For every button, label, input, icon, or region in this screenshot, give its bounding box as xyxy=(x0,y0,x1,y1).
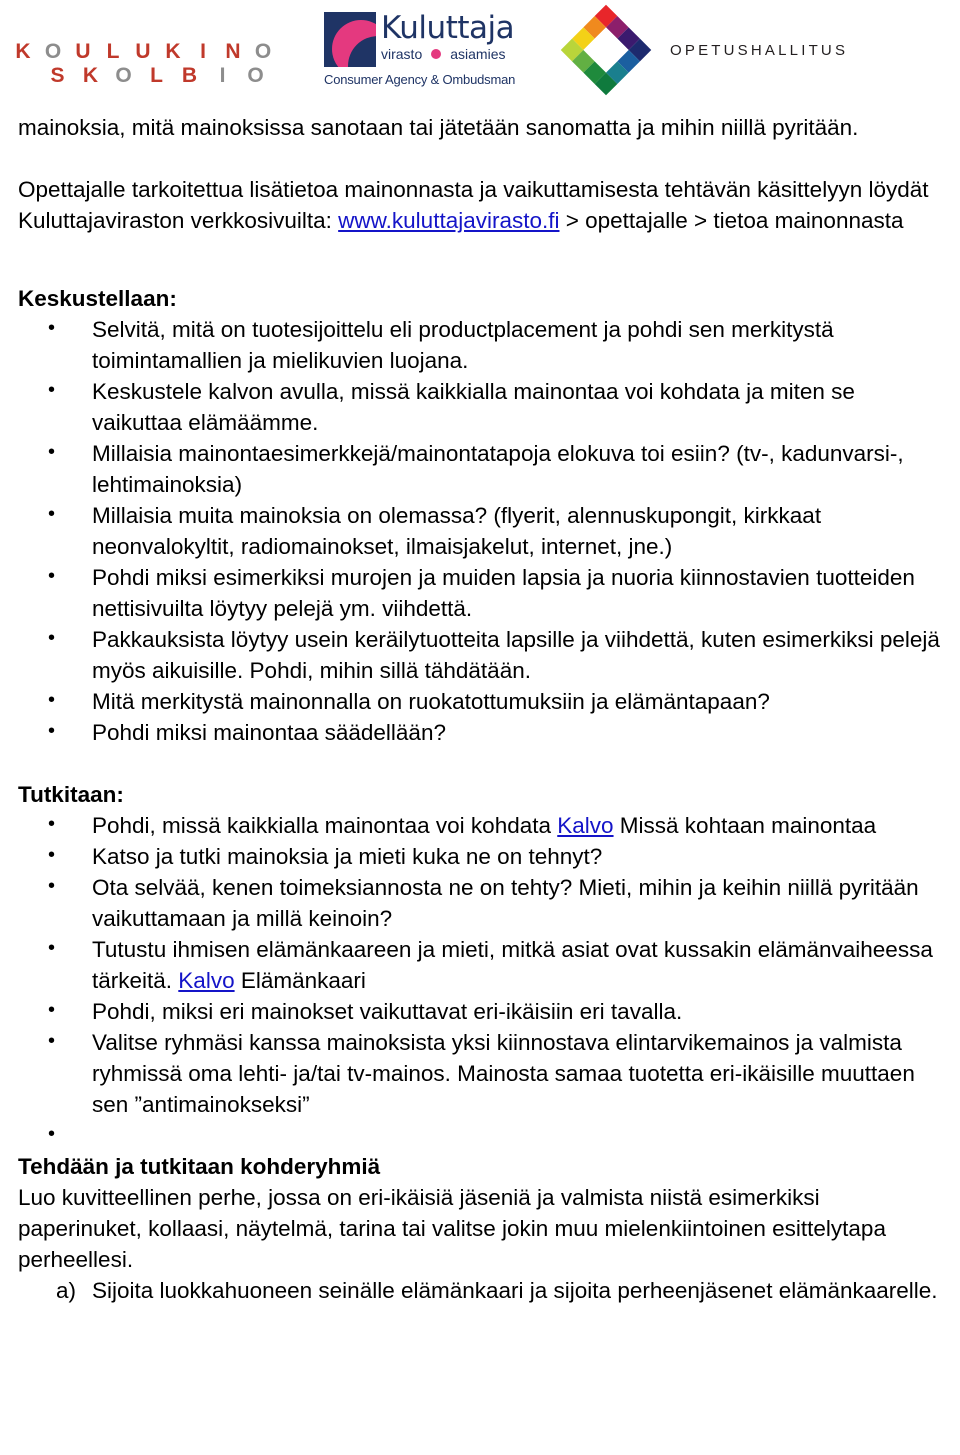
logo-letter: O xyxy=(247,64,264,87)
list-item: Pohdi miksi mainontaa säädellään? xyxy=(18,716,942,748)
logo-letter: I xyxy=(219,64,226,87)
logo-letter: N xyxy=(225,40,241,63)
logo-letter: I xyxy=(200,40,206,63)
list-item-text-pre: Pohdi, missä kaikkialla mainontaa voi ko… xyxy=(92,813,558,838)
list-item: Millaisia mainontaesimerkkejä/mainontata… xyxy=(18,437,942,500)
kuluttaja-logo-top: Kuluttaja virasto asiamies xyxy=(324,12,524,67)
kuluttaja-logo: Kuluttaja virasto asiamies Consumer Agen… xyxy=(324,12,524,87)
kuluttaja-subtitle: virasto asiamies xyxy=(381,46,514,62)
logo-letter: L xyxy=(150,64,163,87)
intro-paragraph: mainoksia, mitä mainoksissa sanotaan tai… xyxy=(18,115,859,140)
list-item: Tutustu ihmisen elämänkaareen ja mieti, … xyxy=(18,933,942,996)
list-item: Pakkauksista löytyy usein keräilytuottei… xyxy=(18,623,942,686)
document-body: mainoksia, mitä mainoksissa sanotaan tai… xyxy=(0,112,960,1306)
section-spacer-small xyxy=(18,267,942,283)
list-item: Katso ja tutki mainoksia ja mieti kuka n… xyxy=(18,840,942,872)
logo-letter: B xyxy=(181,64,198,87)
opetushallitus-diamond-grid xyxy=(560,4,652,96)
kuluttaja-title: Kuluttaja xyxy=(381,10,515,46)
list-item-label: Sijoita luokkahuoneen seinälle elämänkaa… xyxy=(92,1278,938,1303)
list-item: Keskustele kalvon avulla, missä kaikkial… xyxy=(18,375,942,438)
logo-letter: U xyxy=(135,40,151,63)
kuluttaja-virasto-label: virasto xyxy=(381,46,423,62)
kohderyhmia-paragraph: Luo kuvitteellinen perhe, jossa on eri-i… xyxy=(18,1185,886,1272)
logo-letter: K xyxy=(165,40,181,63)
list-item: Pohdi miksi esimerkiksi murojen ja muide… xyxy=(18,561,942,624)
logo-letter: K xyxy=(82,64,99,87)
tutkitaan-list: Pohdi, missä kaikkialla mainontaa voi ko… xyxy=(18,809,942,1151)
kohderyhmia-heading: Tehdään ja tutkitaan kohderyhmiä xyxy=(18,1154,381,1179)
logo-letter: L xyxy=(106,40,120,63)
kohderyhmia-sub-list: a) Sijoita luokkahuoneen seinälle elämänk… xyxy=(18,1275,942,1306)
list-item: Valitse ryhmäsi kanssa mainoksista yksi … xyxy=(18,1026,942,1120)
keskustellaan-heading: Keskustellaan: xyxy=(18,286,177,311)
header-logo-band: K O U L U K I N O X S K O L B I O xyxy=(0,0,960,112)
koulukino-row: K O U L U K I N O xyxy=(8,40,278,64)
opetushallitus-label: OPETUSHALLITUS xyxy=(670,41,849,59)
section-spacer-2 xyxy=(18,748,942,779)
skolbio-row: X S K O L B I O xyxy=(8,64,278,88)
koulukino-skolbio-logo: K O U L U K I N O X S K O L B I O xyxy=(8,40,278,88)
list-item: Pohdi, missä kaikkialla mainontaa voi ko… xyxy=(18,809,942,841)
logo-letter: O xyxy=(254,40,272,63)
list-item-text-post: Missä kohtaan mainontaa xyxy=(613,813,877,838)
kuluttaja-asiamies-label: asiamies xyxy=(450,46,506,62)
list-item: Millaisia muita mainoksia on olemassa? (… xyxy=(18,499,942,562)
teacher-info-paragraph: Opettajalle tarkoitettua lisätietoa main… xyxy=(18,174,942,236)
kuluttaja-dot-icon xyxy=(431,49,442,59)
list-item: Mitä merkitystä mainonnalla on ruokatott… xyxy=(18,685,942,717)
kuluttajavirasto-link[interactable]: www.kuluttajavirasto.fi xyxy=(338,208,559,233)
list-item: Ota selvää, kenen toimeksiannosta ne on … xyxy=(18,871,942,934)
kuluttaja-english-label: Consumer Agency & Ombudsman xyxy=(324,72,516,87)
list-item: a) Sijoita luokkahuoneen seinälle elämänk… xyxy=(18,1275,942,1306)
teacher-info-text-post: > opettajalle > tietoa mainonnasta xyxy=(559,208,904,233)
list-item-marker: a) xyxy=(56,1278,77,1303)
kalvo-link-1[interactable]: Kalvo xyxy=(557,813,613,838)
kuluttaja-mark-icon xyxy=(324,12,376,67)
kalvo-link-2[interactable]: Kalvo xyxy=(178,968,234,993)
tutkitaan-heading: Tutkitaan: xyxy=(18,782,124,807)
list-item-text-post: Elämänkaari xyxy=(234,968,366,993)
logo-letter: S xyxy=(50,64,65,87)
list-item: Pohdi, miksi eri mainokset vaikuttavat e… xyxy=(18,995,942,1027)
kuluttaja-wordmark: Kuluttaja virasto asiamies xyxy=(381,10,515,63)
logo-letter: K xyxy=(15,40,31,63)
keskustellaan-list: Selvitä, mitä on tuotesijoittelu eli pro… xyxy=(18,313,942,748)
opetushallitus-logo: OPETUSHALLITUS xyxy=(560,4,848,96)
list-item-empty xyxy=(18,1119,942,1151)
logo-letter: O xyxy=(44,40,62,63)
logo-letter: U xyxy=(75,40,91,63)
opetushallitus-diamond-icon xyxy=(560,4,652,96)
list-item: Selvitä, mitä on tuotesijoittelu eli pro… xyxy=(18,313,942,376)
logo-letter: O xyxy=(115,64,132,87)
